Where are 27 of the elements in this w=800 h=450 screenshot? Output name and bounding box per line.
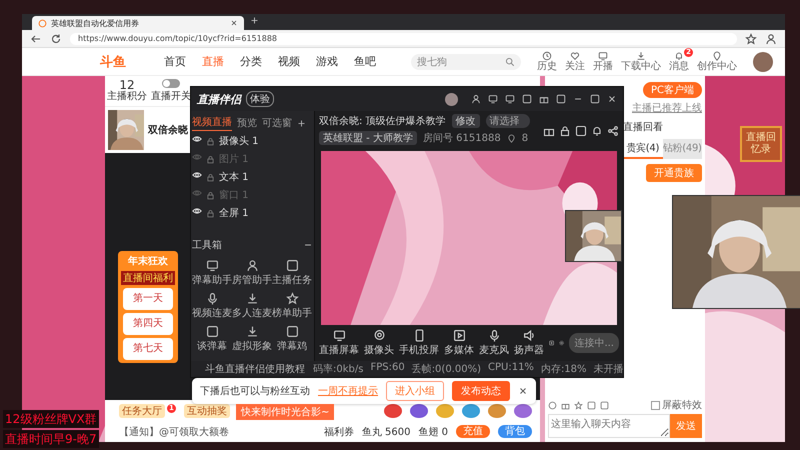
nav-link[interactable]: 视频 bbox=[278, 54, 300, 69]
bell-icon[interactable] bbox=[674, 51, 684, 61]
back-icon[interactable] bbox=[30, 32, 42, 44]
header-link[interactable]: 开播 bbox=[593, 51, 613, 72]
nav-link[interactable]: 首页 bbox=[164, 54, 186, 69]
header-link[interactable]: 关注 bbox=[565, 51, 585, 72]
address-bar[interactable]: https://www.douyu.com/topic/10ycf?rid=6151888 bbox=[70, 32, 737, 44]
monitor-icon[interactable] bbox=[598, 51, 608, 61]
heart-icon[interactable] bbox=[570, 51, 580, 61]
header-link[interactable]: 历史 bbox=[537, 51, 557, 72]
search-icon[interactable] bbox=[505, 56, 515, 66]
header-link[interactable]: 下载中心 bbox=[621, 51, 661, 72]
clock-icon[interactable] bbox=[542, 51, 552, 61]
close-icon[interactable] bbox=[230, 19, 238, 27]
browser-tab[interactable]: 英雄联盟自动化爱信用券 bbox=[32, 16, 244, 30]
download-icon[interactable] bbox=[636, 51, 646, 61]
header-link[interactable]: 创作中心 bbox=[697, 51, 737, 72]
star-icon[interactable] bbox=[745, 32, 757, 44]
user-avatar[interactable] bbox=[753, 52, 773, 72]
profile-icon[interactable] bbox=[765, 32, 777, 44]
reload-icon[interactable] bbox=[50, 32, 62, 44]
pin-icon[interactable] bbox=[712, 51, 722, 61]
nav-link[interactable]: 分类 bbox=[240, 54, 262, 69]
nav-link[interactable]: 游戏 bbox=[316, 54, 338, 69]
site-icon[interactable] bbox=[38, 18, 47, 28]
new-tab-icon[interactable] bbox=[250, 16, 259, 25]
nav-link[interactable]: 鱼吧 bbox=[354, 54, 376, 69]
